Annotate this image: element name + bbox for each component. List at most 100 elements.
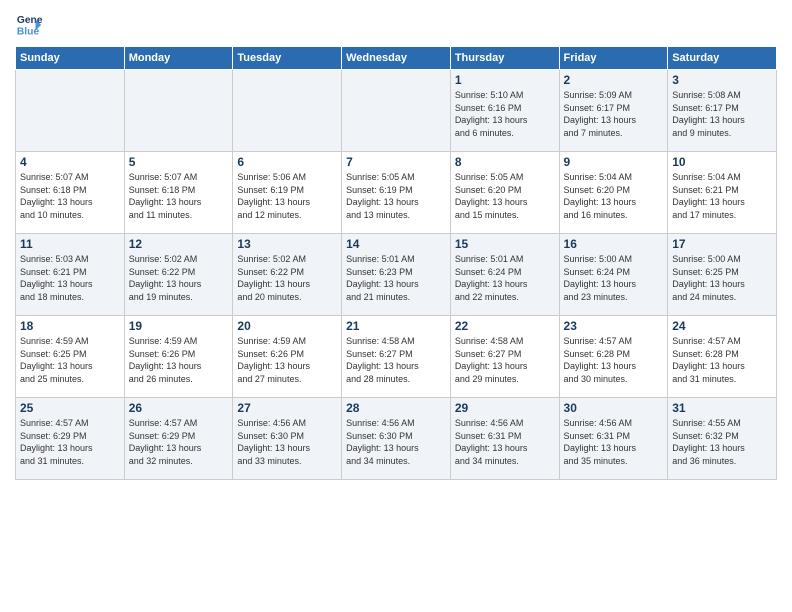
day-number: 21 xyxy=(346,319,446,333)
day-cell: 24 Sunrise: 4:57 AM Sunset: 6:28 PM Dayli… xyxy=(668,316,777,398)
day-info: Sunrise: 5:02 AM Sunset: 6:22 PM Dayligh… xyxy=(129,253,229,303)
day-cell: 4 Sunrise: 5:07 AM Sunset: 6:18 PM Daylig… xyxy=(16,152,125,234)
day-number: 9 xyxy=(564,155,664,169)
header-cell-saturday: Saturday xyxy=(668,47,777,70)
header-cell-sunday: Sunday xyxy=(16,47,125,70)
day-info: Sunrise: 4:57 AM Sunset: 6:29 PM Dayligh… xyxy=(20,417,120,467)
day-info: Sunrise: 4:57 AM Sunset: 6:29 PM Dayligh… xyxy=(129,417,229,467)
day-number: 5 xyxy=(129,155,229,169)
header-row: SundayMondayTuesdayWednesdayThursdayFrid… xyxy=(16,47,777,70)
day-info: Sunrise: 5:06 AM Sunset: 6:19 PM Dayligh… xyxy=(237,171,337,221)
week-row-2: 4 Sunrise: 5:07 AM Sunset: 6:18 PM Daylig… xyxy=(16,152,777,234)
day-cell: 26 Sunrise: 4:57 AM Sunset: 6:29 PM Dayli… xyxy=(124,398,233,480)
day-number: 6 xyxy=(237,155,337,169)
day-cell: 7Sunrise: 5:05 AM Sunset: 6:19 PM Daylig… xyxy=(342,152,451,234)
day-cell: 20 Sunrise: 4:59 AM Sunset: 6:26 PM Dayli… xyxy=(233,316,342,398)
day-info: Sunrise: 5:10 AM Sunset: 6:16 PM Dayligh… xyxy=(455,89,555,139)
day-number: 14 xyxy=(346,237,446,251)
day-info: Sunrise: 5:04 AM Sunset: 6:20 PM Dayligh… xyxy=(564,171,664,221)
day-cell: 23 Sunrise: 4:57 AM Sunset: 6:28 PM Dayli… xyxy=(559,316,668,398)
day-cell: 19 Sunrise: 4:59 AM Sunset: 6:26 PM Dayli… xyxy=(124,316,233,398)
day-number: 15 xyxy=(455,237,555,251)
day-number: 27 xyxy=(237,401,337,415)
day-number: 31 xyxy=(672,401,772,415)
day-cell: 14 Sunrise: 5:01 AM Sunset: 6:23 PM Dayli… xyxy=(342,234,451,316)
week-row-4: 18Sunrise: 4:59 AM Sunset: 6:25 PM Dayli… xyxy=(16,316,777,398)
day-info: Sunrise: 5:09 AM Sunset: 6:17 PM Dayligh… xyxy=(564,89,664,139)
day-info: Sunrise: 5:01 AM Sunset: 6:23 PM Dayligh… xyxy=(346,253,446,303)
week-row-1: 1 Sunrise: 5:10 AM Sunset: 6:16 PM Daylig… xyxy=(16,70,777,152)
day-number: 22 xyxy=(455,319,555,333)
day-number: 29 xyxy=(455,401,555,415)
day-info: Sunrise: 5:02 AM Sunset: 6:22 PM Dayligh… xyxy=(237,253,337,303)
day-cell: 18Sunrise: 4:59 AM Sunset: 6:25 PM Dayli… xyxy=(16,316,125,398)
day-info: Sunrise: 5:00 AM Sunset: 6:25 PM Dayligh… xyxy=(672,253,772,303)
day-cell: 1 Sunrise: 5:10 AM Sunset: 6:16 PM Daylig… xyxy=(450,70,559,152)
logo-icon: GeneralBlue xyxy=(15,10,43,38)
day-info: Sunrise: 5:07 AM Sunset: 6:18 PM Dayligh… xyxy=(20,171,120,221)
day-cell: 28Sunrise: 4:56 AM Sunset: 6:30 PM Dayli… xyxy=(342,398,451,480)
day-cell: 10 Sunrise: 5:04 AM Sunset: 6:21 PM Dayli… xyxy=(668,152,777,234)
day-cell: 30Sunrise: 4:56 AM Sunset: 6:31 PM Dayli… xyxy=(559,398,668,480)
day-cell: 9 Sunrise: 5:04 AM Sunset: 6:20 PM Daylig… xyxy=(559,152,668,234)
day-info: Sunrise: 4:59 AM Sunset: 6:25 PM Dayligh… xyxy=(20,335,120,385)
day-number: 12 xyxy=(129,237,229,251)
day-info: Sunrise: 4:57 AM Sunset: 6:28 PM Dayligh… xyxy=(672,335,772,385)
day-number: 16 xyxy=(564,237,664,251)
header: GeneralBlue xyxy=(15,10,777,38)
day-cell xyxy=(342,70,451,152)
day-cell: 29 Sunrise: 4:56 AM Sunset: 6:31 PM Dayli… xyxy=(450,398,559,480)
header-cell-wednesday: Wednesday xyxy=(342,47,451,70)
day-cell: 11Sunrise: 5:03 AM Sunset: 6:21 PM Dayli… xyxy=(16,234,125,316)
day-cell xyxy=(233,70,342,152)
day-info: Sunrise: 5:04 AM Sunset: 6:21 PM Dayligh… xyxy=(672,171,772,221)
day-cell xyxy=(124,70,233,152)
header-cell-tuesday: Tuesday xyxy=(233,47,342,70)
day-number: 3 xyxy=(672,73,772,87)
day-info: Sunrise: 5:07 AM Sunset: 6:18 PM Dayligh… xyxy=(129,171,229,221)
day-cell: 31Sunrise: 4:55 AM Sunset: 6:32 PM Dayli… xyxy=(668,398,777,480)
day-info: Sunrise: 5:08 AM Sunset: 6:17 PM Dayligh… xyxy=(672,89,772,139)
day-info: Sunrise: 5:01 AM Sunset: 6:24 PM Dayligh… xyxy=(455,253,555,303)
day-info: Sunrise: 4:57 AM Sunset: 6:28 PM Dayligh… xyxy=(564,335,664,385)
header-cell-friday: Friday xyxy=(559,47,668,70)
day-number: 10 xyxy=(672,155,772,169)
day-number: 11 xyxy=(20,237,120,251)
day-number: 7 xyxy=(346,155,446,169)
day-info: Sunrise: 4:58 AM Sunset: 6:27 PM Dayligh… xyxy=(455,335,555,385)
day-number: 4 xyxy=(20,155,120,169)
day-info: Sunrise: 5:00 AM Sunset: 6:24 PM Dayligh… xyxy=(564,253,664,303)
day-number: 23 xyxy=(564,319,664,333)
day-number: 26 xyxy=(129,401,229,415)
day-number: 24 xyxy=(672,319,772,333)
day-cell: 15 Sunrise: 5:01 AM Sunset: 6:24 PM Dayli… xyxy=(450,234,559,316)
day-cell: 5 Sunrise: 5:07 AM Sunset: 6:18 PM Daylig… xyxy=(124,152,233,234)
day-number: 20 xyxy=(237,319,337,333)
day-number: 1 xyxy=(455,73,555,87)
day-cell: 2 Sunrise: 5:09 AM Sunset: 6:17 PM Daylig… xyxy=(559,70,668,152)
logo: GeneralBlue xyxy=(15,10,43,38)
day-number: 19 xyxy=(129,319,229,333)
day-cell: 13Sunrise: 5:02 AM Sunset: 6:22 PM Dayli… xyxy=(233,234,342,316)
day-number: 17 xyxy=(672,237,772,251)
day-cell: 6 Sunrise: 5:06 AM Sunset: 6:19 PM Daylig… xyxy=(233,152,342,234)
day-cell: 12 Sunrise: 5:02 AM Sunset: 6:22 PM Dayli… xyxy=(124,234,233,316)
day-info: Sunrise: 5:05 AM Sunset: 6:20 PM Dayligh… xyxy=(455,171,555,221)
header-cell-monday: Monday xyxy=(124,47,233,70)
day-number: 28 xyxy=(346,401,446,415)
day-cell: 16 Sunrise: 5:00 AM Sunset: 6:24 PM Dayli… xyxy=(559,234,668,316)
day-info: Sunrise: 4:56 AM Sunset: 6:31 PM Dayligh… xyxy=(564,417,664,467)
calendar-table: SundayMondayTuesdayWednesdayThursdayFrid… xyxy=(15,46,777,480)
day-info: Sunrise: 4:59 AM Sunset: 6:26 PM Dayligh… xyxy=(237,335,337,385)
header-cell-thursday: Thursday xyxy=(450,47,559,70)
day-info: Sunrise: 4:56 AM Sunset: 6:31 PM Dayligh… xyxy=(455,417,555,467)
week-row-5: 25 Sunrise: 4:57 AM Sunset: 6:29 PM Dayli… xyxy=(16,398,777,480)
day-number: 8 xyxy=(455,155,555,169)
day-number: 2 xyxy=(564,73,664,87)
day-cell xyxy=(16,70,125,152)
day-cell: 3 Sunrise: 5:08 AM Sunset: 6:17 PM Daylig… xyxy=(668,70,777,152)
day-cell: 8 Sunrise: 5:05 AM Sunset: 6:20 PM Daylig… xyxy=(450,152,559,234)
day-info: Sunrise: 4:56 AM Sunset: 6:30 PM Dayligh… xyxy=(237,417,337,467)
day-number: 25 xyxy=(20,401,120,415)
day-info: Sunrise: 4:59 AM Sunset: 6:26 PM Dayligh… xyxy=(129,335,229,385)
